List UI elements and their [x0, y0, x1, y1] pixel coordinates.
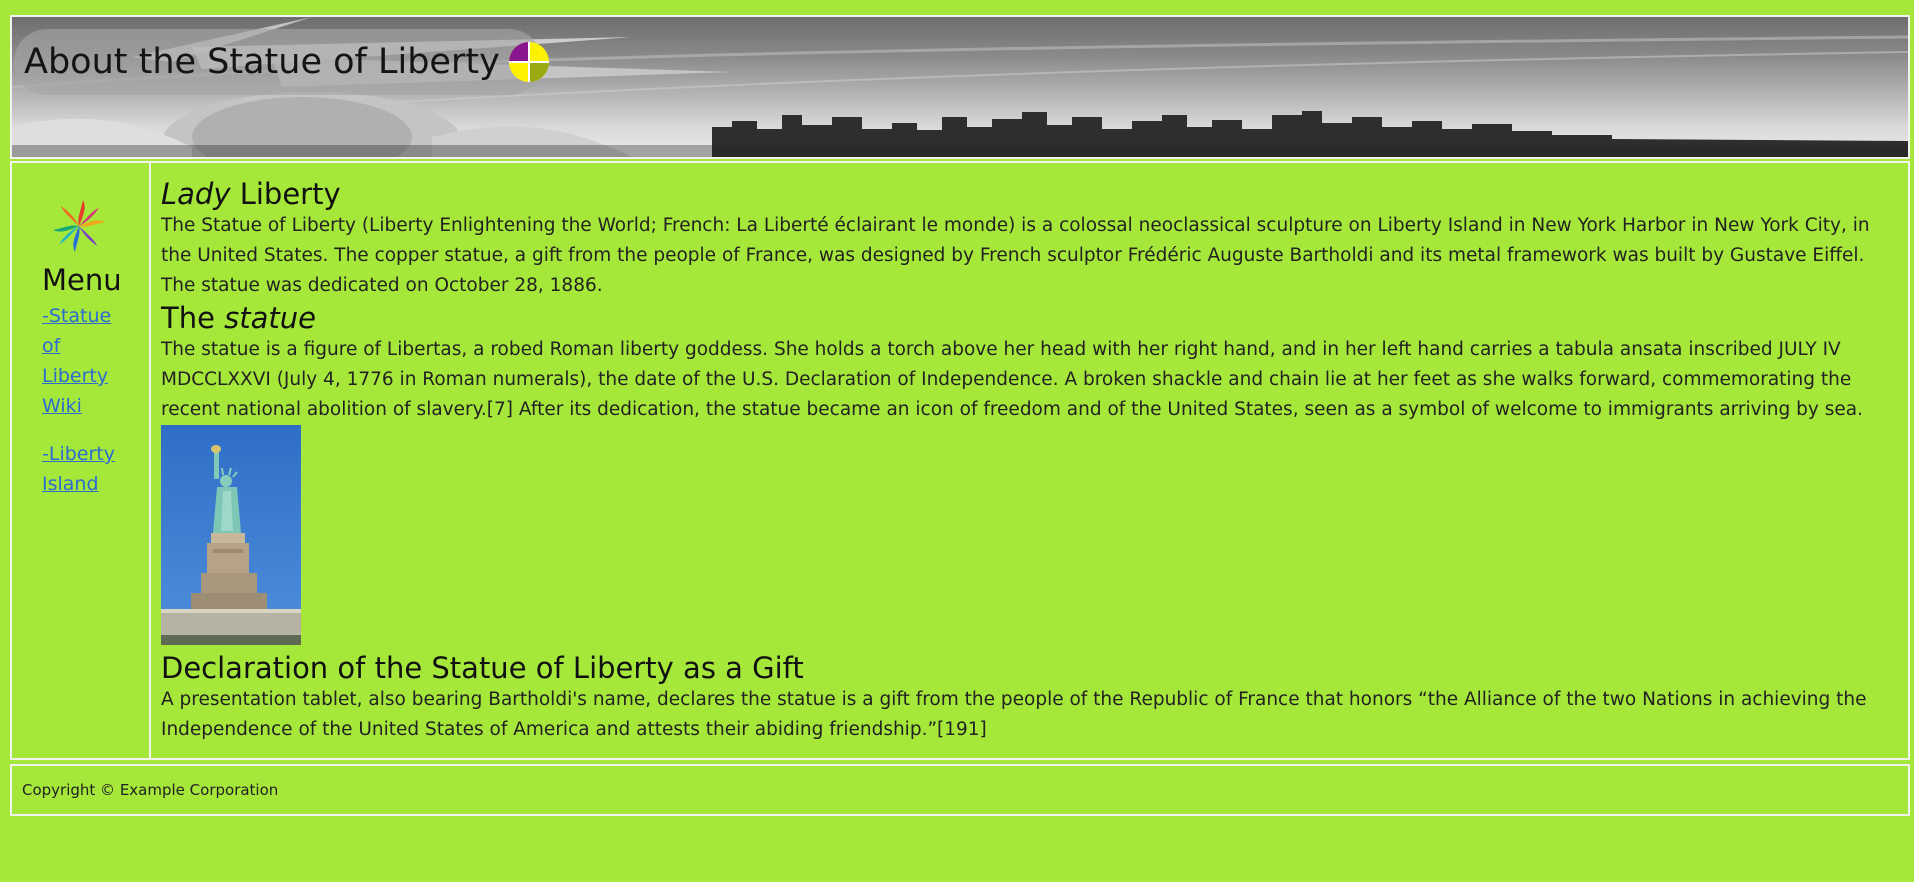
- content-row: Menu -Statue of Liberty Wiki -Liberty Is…: [10, 161, 1910, 760]
- footer: Copyright © Example Corporation: [10, 764, 1910, 816]
- heading-lady-italic: Lady: [161, 177, 231, 211]
- statue-photo: [161, 425, 301, 645]
- site-title: About the Statue of Liberty: [24, 42, 500, 82]
- menu-link-statue-wiki[interactable]: -Statue of Liberty Wiki: [42, 301, 117, 421]
- paragraph-intro: The Statue of Liberty (Liberty Enlighten…: [161, 215, 1870, 296]
- heading-the-statue: The statue: [161, 301, 1898, 335]
- heading-statue-italic: statue: [224, 301, 316, 335]
- menu-link-liberty-island[interactable]: -Liberty Island: [42, 439, 117, 499]
- heading-declaration: Declaration of the Statue of Liberty as …: [161, 651, 804, 685]
- title-pill: About the Statue of Liberty: [14, 29, 549, 95]
- paragraph-statue: The statue is a figure of Libertas, a ro…: [161, 339, 1863, 420]
- page: About the Statue of Liberty Menu -Statue…: [10, 15, 1910, 816]
- header-banner: About the Statue of Liberty: [10, 15, 1910, 159]
- main-content: Lady Liberty The Statue of Liberty (Libe…: [151, 163, 1908, 758]
- sidebar: Menu -Statue of Liberty Wiki -Liberty Is…: [12, 163, 151, 758]
- heading-lady-liberty: Lady Liberty: [161, 177, 1898, 211]
- menu-title: Menu: [42, 263, 122, 297]
- pinwheel-logo-icon: [53, 200, 105, 252]
- copyright-text: Copyright © Example Corporation: [22, 781, 279, 799]
- paragraph-declaration: A presentation tablet, also bearing Bart…: [161, 689, 1867, 740]
- heading-statue-plain: The: [161, 301, 225, 335]
- heading-lady-rest: Liberty: [230, 177, 341, 211]
- quadrant-logo-icon: [508, 42, 549, 82]
